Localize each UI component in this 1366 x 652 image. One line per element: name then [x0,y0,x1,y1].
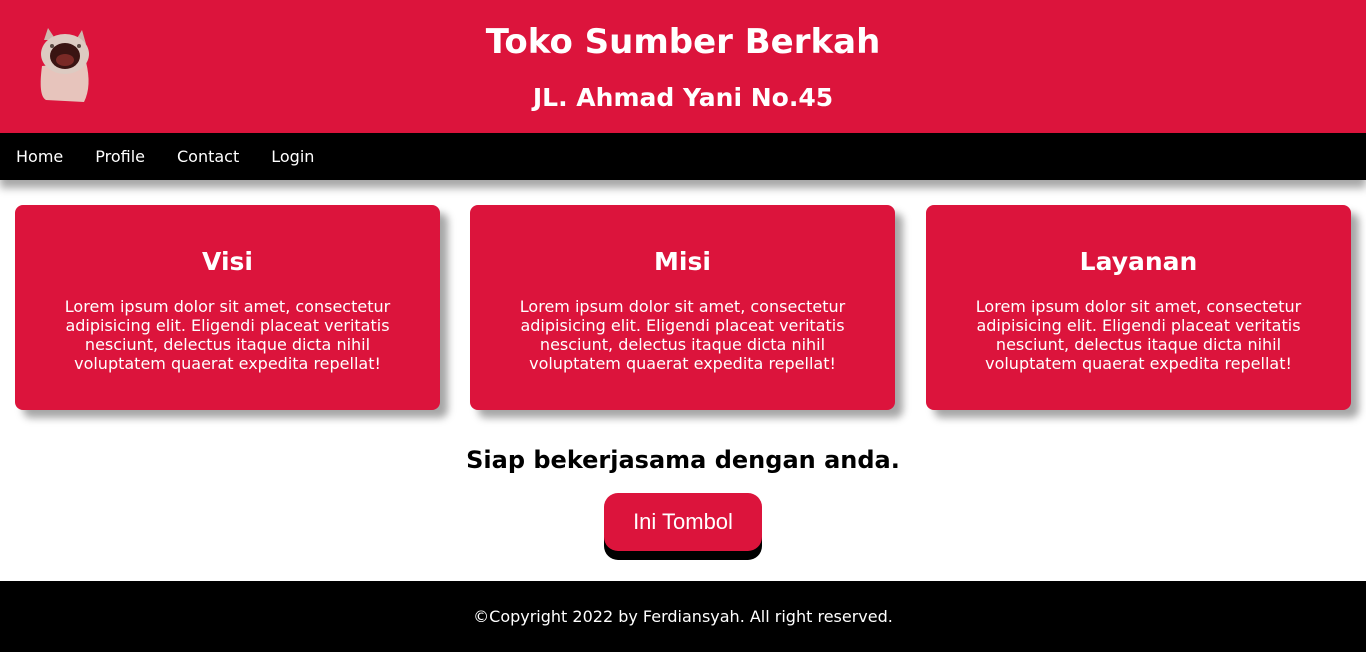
ini-tombol-button[interactable]: Ini Tombol [604,493,762,551]
site-header: Toko Sumber Berkah JL. Ahmad Yani No.45 [0,0,1366,133]
card-title: Visi [202,247,253,276]
page-title: Toko Sumber Berkah [485,22,881,62]
site-footer: ©Copyright 2022 by Ferdiansyah. All righ… [0,581,1366,652]
nav-item-contact[interactable]: Contact [177,147,239,166]
nav-item-profile[interactable]: Profile [95,147,145,166]
card-misi: Misi Lorem ipsum dolor sit amet, consect… [470,205,895,410]
card-text: Lorem ipsum dolor sit amet, consectetur … [519,297,846,373]
card-layanan: Layanan Lorem ipsum dolor sit amet, cons… [926,205,1351,410]
card-title: Layanan [1079,247,1198,276]
tagline: Siap bekerjasama dengan anda. [466,446,900,474]
card-text: Lorem ipsum dolor sit amet, consectetur … [975,297,1302,373]
store-address: JL. Ahmad Yani No.45 [532,83,834,112]
card-title: Misi [654,247,711,276]
card-visi: Visi Lorem ipsum dolor sit amet, consect… [15,205,440,410]
nav-item-home[interactable]: Home [16,147,63,166]
nav-item-login[interactable]: Login [271,147,314,166]
copyright-text: ©Copyright 2022 by Ferdiansyah. All righ… [473,607,893,626]
card-text: Lorem ipsum dolor sit amet, consectetur … [64,297,391,373]
main-nav: Home Profile Contact Login [0,133,1366,180]
